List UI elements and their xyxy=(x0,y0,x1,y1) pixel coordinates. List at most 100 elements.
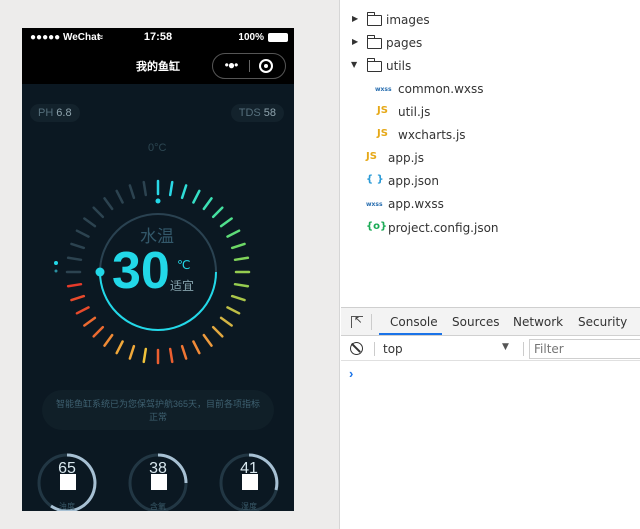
gauge-tick xyxy=(103,333,114,347)
console-toolbar: top ▼ xyxy=(341,337,640,361)
tree-item-app-wxss[interactable]: wxss app.wxss xyxy=(341,193,640,215)
tree-item-project-config[interactable]: {o} project.config.json xyxy=(341,217,640,239)
folder-icon xyxy=(367,12,382,26)
gauge-tick xyxy=(142,180,148,197)
tab-network[interactable]: Network xyxy=(513,315,563,329)
gauge-tick xyxy=(66,256,83,262)
battery-icon xyxy=(268,33,288,42)
gauge-tick xyxy=(115,189,124,204)
mini-gauge-label: 浊度 xyxy=(59,502,75,511)
tree-item-util-js[interactable]: JS util.js xyxy=(341,101,640,123)
tree-item-pages[interactable]: ▶ pages xyxy=(341,32,640,54)
console-prompt[interactable]: › xyxy=(349,366,353,381)
chevron-right-icon[interactable]: ▶ xyxy=(352,37,358,46)
js-file-icon: JS xyxy=(366,151,377,162)
gauge-tick xyxy=(211,206,224,219)
tab-console[interactable]: Console xyxy=(390,315,438,329)
chevron-down-icon[interactable]: ▼ xyxy=(351,60,357,69)
active-tab-indicator xyxy=(379,333,442,335)
context-selector[interactable]: top xyxy=(383,342,403,356)
gauge-side-dot xyxy=(54,269,58,273)
mini-gauge-icon xyxy=(151,474,167,490)
gauge-tick xyxy=(83,316,97,327)
gauge-tick xyxy=(233,282,250,288)
mini-gauge-humidity[interactable]: 41 湿度 xyxy=(218,452,280,511)
clear-console-icon[interactable] xyxy=(350,342,363,355)
gauge-tick xyxy=(211,325,224,338)
gauge-tick xyxy=(219,217,233,228)
gauge-tick xyxy=(230,294,246,302)
battery-text: 100% xyxy=(238,32,264,43)
mini-gauge-oxygen[interactable]: 38 含氧 xyxy=(127,452,189,511)
status-notice: 智能鱼缸系统已为您保驾护航365天，目前各项指标正常 xyxy=(42,390,274,430)
wxss-file-icon: wxss xyxy=(366,201,383,208)
tree-item-label: images xyxy=(386,13,430,27)
devtools-tabs: Console Sources Network Security xyxy=(341,308,640,336)
mini-gauge-turbidity[interactable]: 65 浊度 xyxy=(36,452,98,511)
gauge-tick xyxy=(168,347,174,364)
tree-item-common-wxss[interactable]: wxss common.wxss xyxy=(341,78,640,100)
mini-gauge-icon xyxy=(242,474,258,490)
gauge-tick xyxy=(103,197,114,211)
tree-item-label: util.js xyxy=(398,105,431,119)
aquarium-page: PH 6.8 TDS 58 0°C 水温 30 ℃ 适宜 智能鱼缸系统已为您保驾护航… xyxy=(22,84,294,511)
config-file-icon: {o} xyxy=(366,221,388,232)
gauge-tick xyxy=(70,242,86,250)
wxss-file-icon: wxss xyxy=(375,86,392,93)
gauge-top-marker xyxy=(155,198,161,204)
chevron-right-icon[interactable]: ▶ xyxy=(352,14,358,23)
file-tree: ▶ images ▶ pages ▼ utils wxss common.wxs… xyxy=(341,0,640,307)
toolbar-divider xyxy=(523,342,524,356)
js-file-icon: JS xyxy=(377,128,388,139)
tree-item-label: app.wxss xyxy=(388,197,444,211)
tree-item-wxcharts-js[interactable]: JS wxcharts.js xyxy=(341,124,640,146)
json-file-icon: { } xyxy=(366,174,384,185)
gauge-tick xyxy=(192,340,201,355)
gauge-tick xyxy=(226,229,241,238)
gauge-tick xyxy=(83,217,97,228)
gauge-tick xyxy=(192,189,201,204)
nav-bar: 我的鱼缸 •●• xyxy=(22,48,294,84)
gauge-tick xyxy=(202,333,213,347)
tree-item-label: pages xyxy=(386,36,423,50)
gauge-tick xyxy=(128,184,136,200)
gauge-tick xyxy=(233,256,250,262)
tree-item-label: app.json xyxy=(388,174,439,188)
tab-security[interactable]: Security xyxy=(578,315,627,329)
gauge-tick xyxy=(168,180,174,197)
tree-item-utils[interactable]: ▼ utils xyxy=(341,55,640,77)
mini-gauge-icon xyxy=(60,474,76,490)
toolbar-divider xyxy=(371,314,372,330)
temperature-unit: ℃ xyxy=(177,258,191,272)
gauge-tick xyxy=(180,184,188,200)
gauge-handle[interactable] xyxy=(95,267,105,277)
tree-item-app-json[interactable]: { } app.json xyxy=(341,170,640,192)
gauge-side-dot xyxy=(54,261,58,265)
dropdown-arrow-icon[interactable]: ▼ xyxy=(502,342,509,352)
mini-gauge-label: 含氧 xyxy=(150,502,166,511)
capsule-divider xyxy=(249,60,250,72)
toolbar-divider xyxy=(374,342,375,356)
temperature-value: 30 xyxy=(112,242,170,300)
tree-item-app-js[interactable]: JS app.js xyxy=(341,147,640,169)
gauge-tick xyxy=(226,306,241,315)
tree-item-label: project.config.json xyxy=(388,221,499,235)
gauge-tick xyxy=(230,242,246,250)
gauge-tick xyxy=(75,306,90,315)
inspect-element-icon[interactable] xyxy=(351,315,363,328)
tree-item-images[interactable]: ▶ images xyxy=(341,9,640,31)
mini-gauge-label: 湿度 xyxy=(241,502,257,511)
close-miniprogram-icon[interactable] xyxy=(259,59,273,73)
tree-item-label: app.js xyxy=(388,151,424,165)
gauge-zero-label: 0°C xyxy=(148,142,167,154)
tab-sources[interactable]: Sources xyxy=(452,315,499,329)
filter-input[interactable] xyxy=(529,339,640,359)
folder-open-icon xyxy=(367,58,382,72)
phone-screen: ●●●●● WeChat ≈ 17:58 100% 我的鱼缸 •●• PH 6.8… xyxy=(22,28,294,511)
more-button[interactable]: •●• xyxy=(213,54,249,78)
simulator-pane: ●●●●● WeChat ≈ 17:58 100% 我的鱼缸 •●• PH 6.8… xyxy=(0,0,340,529)
tree-item-label: common.wxss xyxy=(398,82,484,96)
gauge-tick xyxy=(128,344,136,360)
capsule-menu: •●• xyxy=(212,53,286,79)
gauge-tick xyxy=(219,316,233,327)
